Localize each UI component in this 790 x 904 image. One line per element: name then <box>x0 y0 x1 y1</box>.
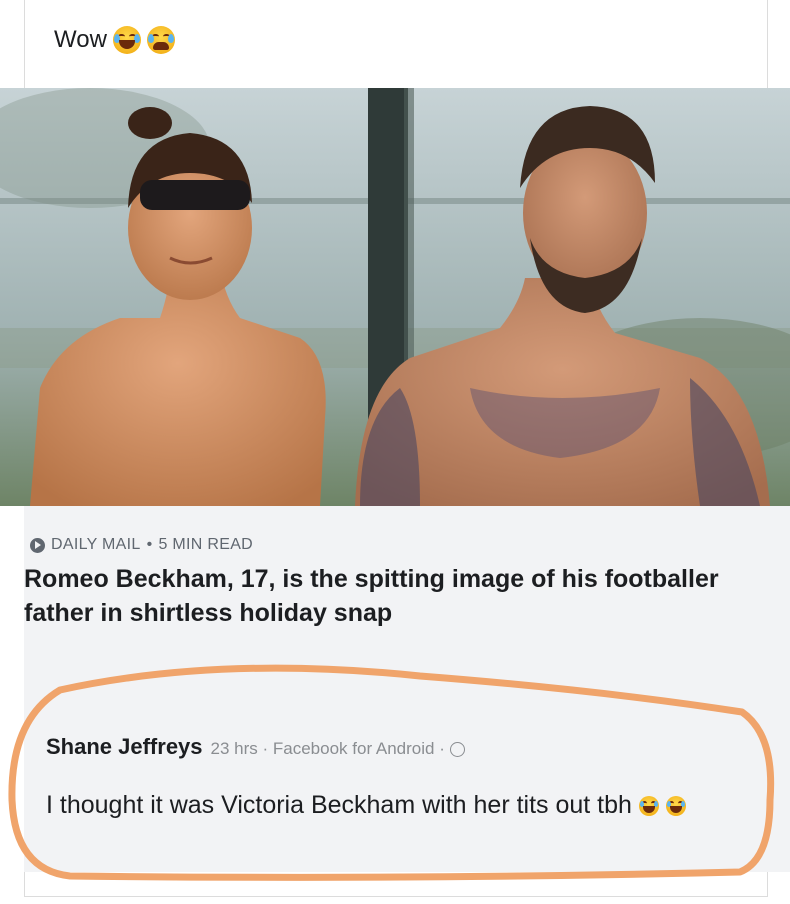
card-bottom-border <box>24 872 768 897</box>
article-read-time: 5 MIN READ <box>158 536 254 553</box>
laughing-crying-emoji-icon <box>638 796 659 817</box>
comment: Shane Jeffreys 23 hrs · Facebook for And… <box>24 656 790 872</box>
article-photo[interactable] <box>0 88 790 506</box>
comment-text: I thought it was Victoria Beckham with h… <box>46 791 632 819</box>
globe-icon <box>449 742 465 758</box>
article-source: DAILY MAIL <box>51 536 141 553</box>
shirtless-father-son-photo <box>0 88 790 506</box>
article-source-line: DAILY MAIL • 5 MIN READ <box>30 536 253 554</box>
laughing-crying-emoji-icon <box>112 26 141 54</box>
comment-header: Shane Jeffreys 23 hrs · Facebook for And… <box>46 734 465 760</box>
article-preview[interactable]: DAILY MAIL • 5 MIN READ Romeo Beckham, 1… <box>24 506 790 656</box>
play-circle-icon <box>30 537 45 553</box>
comment-meta: 23 hrs · Facebook for Android · <box>211 739 465 759</box>
comment-body: I thought it was Victoria Beckham with h… <box>46 788 746 822</box>
comment-author[interactable]: Shane Jeffreys <box>46 734 203 760</box>
post-caption: Wow <box>54 26 175 54</box>
crying-emoji-icon <box>146 26 175 54</box>
post-caption-text: Wow <box>54 26 107 53</box>
source-separator: • <box>146 536 153 553</box>
laughing-crying-emoji-icon <box>665 796 686 817</box>
article-headline[interactable]: Romeo Beckham, 17, is the spitting image… <box>24 562 724 630</box>
comment-meta-text: 23 hrs · Facebook for Android · <box>210 739 445 758</box>
